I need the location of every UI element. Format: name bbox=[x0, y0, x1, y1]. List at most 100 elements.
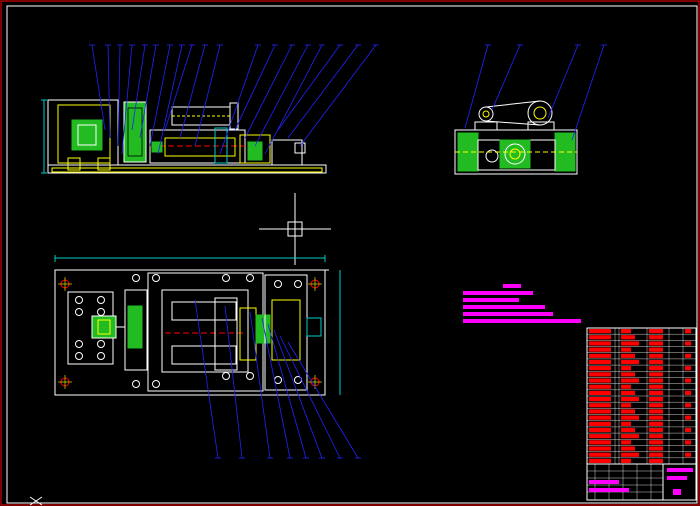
bom-cell-name bbox=[621, 353, 635, 358]
bom-cell-note bbox=[685, 366, 691, 371]
leader-line bbox=[287, 44, 359, 139]
leader-line bbox=[224, 305, 243, 459]
bom-cell-note bbox=[685, 452, 691, 457]
bom-cell-name bbox=[621, 378, 639, 383]
leader-line bbox=[547, 44, 579, 119]
bom-cell-name bbox=[621, 452, 639, 457]
bom-cell-note bbox=[685, 378, 691, 383]
cad-drawing[interactable] bbox=[0, 0, 700, 506]
leader-line bbox=[264, 44, 323, 155]
bom-cell-number bbox=[589, 390, 611, 395]
bom-cell-qty bbox=[649, 372, 663, 377]
bolt-hole bbox=[152, 380, 160, 388]
bom-cell-qty bbox=[649, 390, 663, 395]
leader-line bbox=[254, 44, 309, 147]
bom-cell-name bbox=[621, 409, 635, 414]
bom-cell-number bbox=[589, 458, 611, 463]
bom-cell-name bbox=[621, 397, 639, 402]
bolt-hole bbox=[75, 308, 83, 316]
drawing-title-field bbox=[667, 468, 693, 472]
bom-cell-name bbox=[621, 366, 631, 371]
bom-cell-note bbox=[685, 440, 691, 445]
bom-cell-name bbox=[621, 335, 635, 340]
bolt-hole bbox=[97, 352, 105, 360]
leader-line bbox=[491, 44, 521, 111]
bom-cell-number bbox=[589, 329, 611, 334]
drawing-canvas[interactable] bbox=[0, 0, 700, 506]
bom-cell-name bbox=[621, 440, 631, 445]
bom-cell-number bbox=[589, 409, 611, 414]
bom-cell-qty bbox=[649, 415, 663, 420]
bom-cell-number bbox=[589, 366, 611, 371]
bom-cell-qty bbox=[649, 409, 663, 414]
leader-line bbox=[179, 44, 206, 139]
bom-cell-number bbox=[589, 415, 611, 420]
bom-cell-name bbox=[621, 329, 631, 334]
title-block[interactable] bbox=[586, 327, 697, 501]
bom-cell-name bbox=[621, 347, 631, 352]
bom-cell-number bbox=[589, 397, 611, 402]
bom-cell-qty bbox=[649, 427, 663, 433]
bom-cell-qty bbox=[649, 384, 663, 389]
bom-cell-number bbox=[589, 452, 611, 457]
bom-cell-qty bbox=[649, 329, 663, 334]
bolt-hole bbox=[75, 340, 83, 348]
bom-cell-name bbox=[621, 434, 639, 439]
top-view-leaders bbox=[194, 299, 361, 459]
drawing-number-field bbox=[673, 489, 681, 495]
bom-cell-number bbox=[589, 440, 611, 445]
leader-line bbox=[464, 44, 489, 129]
bolt-hole bbox=[152, 274, 160, 282]
bom-cell-qty bbox=[649, 347, 663, 352]
bolt-hole bbox=[97, 308, 105, 316]
bolt-hole bbox=[294, 280, 302, 288]
bom-cell-qty bbox=[649, 378, 663, 383]
leader-line bbox=[117, 44, 121, 147]
bom-cell-name bbox=[621, 390, 635, 395]
bom-cell-number bbox=[589, 347, 611, 352]
bom-cell-note bbox=[685, 329, 691, 334]
note-line bbox=[463, 291, 533, 295]
bom-cell-name bbox=[621, 384, 631, 389]
bom-cell-note bbox=[685, 390, 691, 395]
bom-cell-number bbox=[589, 421, 611, 426]
bom-cell-name bbox=[621, 427, 635, 433]
drawing-title-field bbox=[667, 476, 687, 480]
bom-cell-qty bbox=[649, 341, 663, 346]
bom-cell-number bbox=[589, 341, 611, 346]
ucs-axis-icon bbox=[29, 496, 43, 506]
bom-cell-number bbox=[589, 359, 611, 365]
bolt-hole bbox=[274, 280, 282, 288]
bom-cell-qty bbox=[649, 366, 663, 371]
bom-cell-number bbox=[589, 434, 611, 439]
bolt-hole bbox=[274, 376, 282, 384]
bom-cell-number bbox=[589, 446, 611, 451]
bom-cell-name bbox=[621, 415, 639, 420]
bolt-hole bbox=[97, 296, 105, 304]
note-line bbox=[463, 319, 581, 323]
bom-cell-note bbox=[685, 427, 691, 433]
title-field bbox=[589, 480, 619, 484]
leader-line bbox=[287, 341, 359, 459]
side-view[interactable] bbox=[454, 100, 578, 175]
bolt-hole bbox=[132, 274, 140, 282]
bolt-hole bbox=[246, 274, 254, 282]
bom-cell-qty bbox=[649, 440, 663, 445]
bom-cell-number bbox=[589, 403, 611, 408]
bom-cell-qty bbox=[649, 335, 663, 340]
leader-line bbox=[571, 44, 605, 141]
top-view[interactable] bbox=[54, 255, 341, 396]
bom-cell-qty bbox=[649, 446, 663, 451]
bom-cell-qty bbox=[649, 452, 663, 457]
bom-cell-number bbox=[589, 335, 611, 340]
bom-cell-number bbox=[589, 427, 611, 433]
bom-cell-qty bbox=[649, 403, 663, 408]
bom-cell-qty bbox=[649, 421, 663, 426]
leader-line bbox=[234, 44, 276, 131]
bom-cell-qty bbox=[649, 359, 663, 365]
side-view-leaders bbox=[464, 44, 607, 141]
leader-line bbox=[91, 44, 106, 131]
bom-cell-number bbox=[589, 384, 611, 389]
bolt-hole bbox=[246, 372, 254, 380]
front-view[interactable] bbox=[41, 99, 327, 174]
